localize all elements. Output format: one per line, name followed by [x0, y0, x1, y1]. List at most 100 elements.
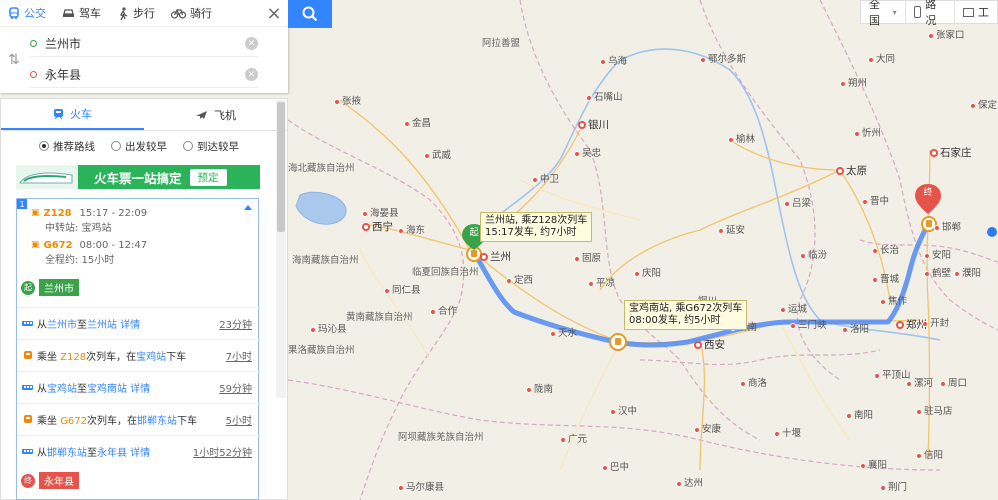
tools-label: 工	[978, 6, 989, 19]
place-name: 安阳	[932, 250, 952, 261]
tab-walk[interactable]: 步行	[109, 0, 163, 27]
transfer-station: 中转站: 宝鸡站	[45, 223, 112, 234]
city-dot-icon	[676, 481, 682, 487]
step-text-part: 乘坐	[37, 352, 61, 363]
walk-icon	[120, 6, 128, 20]
map-place-label: 鹤壁	[924, 268, 951, 279]
tab-drive[interactable]: 驾车	[54, 0, 109, 27]
step-text-part[interactable]: 详情	[127, 384, 150, 395]
map-place-label: 巴中	[602, 462, 629, 473]
place-name: 乌海	[608, 56, 628, 67]
chevron-down-icon: ▾	[892, 7, 897, 17]
tab-plane[interactable]: 飞机	[144, 99, 287, 130]
step-text: 从邯郸东站至永年县 详情	[37, 444, 193, 459]
step-duration[interactable]: 59分钟	[219, 380, 252, 395]
place-name: 十堰	[782, 428, 802, 439]
place-name: 西宁	[372, 221, 393, 233]
place-name: 黄南藏族自治州	[346, 312, 413, 323]
place-name: 朔州	[848, 78, 868, 89]
step-text-part[interactable]: 详情	[117, 320, 140, 331]
step-duration[interactable]: 1小时52分钟	[193, 444, 252, 459]
swap-icon[interactable]: ⇅	[8, 52, 20, 68]
sort-recommended[interactable]: 推荐路线	[39, 139, 95, 154]
sort-earlier-departure[interactable]: 出发较早	[111, 139, 167, 154]
city-dot-icon	[860, 463, 866, 469]
train-number: Z128	[43, 207, 72, 219]
place-name: 达州	[684, 478, 704, 489]
city-dot-icon	[922, 321, 928, 327]
map-place-label: 张家口	[928, 30, 965, 41]
map-place-label: 朔州	[840, 78, 867, 89]
tab-label: 步行	[133, 7, 155, 20]
region-selector[interactable]: 全国 ▾	[861, 0, 905, 27]
car-icon	[63, 9, 74, 17]
place-name: 保定	[978, 100, 998, 111]
city-dot-icon	[362, 211, 368, 217]
place-name: 南阳	[854, 410, 874, 421]
place-name: 兰州	[490, 251, 511, 263]
traffic-toggle[interactable]: 路况	[904, 0, 954, 27]
place-name: 海东	[406, 225, 426, 236]
map-place-label: 西安	[694, 340, 725, 351]
scrollbar-thumb[interactable]	[277, 102, 285, 232]
radio-icon	[111, 141, 121, 151]
train-icon: ▣	[31, 208, 40, 218]
place-name: 石家庄	[940, 147, 972, 159]
place-name: 合作	[438, 306, 458, 317]
collapse-icon[interactable]	[244, 205, 252, 210]
callout-line-2: 08:00发车, 约5小时	[629, 315, 721, 326]
place-name: 海北藏族自治州	[288, 163, 355, 174]
place-name: 驻马店	[924, 406, 953, 417]
ticket-banner[interactable]: 火车票一站搞定 预定	[16, 165, 260, 189]
map-place-label: 焦作	[880, 296, 907, 307]
route-step[interactable]: 从邯郸东站至永年县 详情 1小时52分钟	[17, 435, 260, 467]
clear-origin-icon[interactable]: ✕	[245, 37, 258, 50]
city-dot-icon	[916, 453, 922, 459]
step-text-part: 至	[77, 384, 87, 395]
map-place-label: 荆门	[880, 482, 907, 493]
clear-destination-icon[interactable]: ✕	[245, 68, 258, 81]
station-marker-baoji[interactable]	[609, 333, 627, 351]
sort-earlier-arrival[interactable]: 到达较早	[183, 139, 239, 154]
city-dot-icon	[880, 299, 886, 305]
train-summary-2: ▣ G672 08:00 - 12:47	[17, 237, 258, 253]
map-place-label: 长治	[872, 245, 899, 256]
tab-train[interactable]: 火车	[1, 99, 144, 130]
step-duration[interactable]: 5小时	[226, 412, 252, 427]
route-plan-card[interactable]: 1 ▣ Z128 15:17 - 22:09 中转站: 宝鸡站 ▣ G672 0…	[16, 198, 260, 500]
origin-field[interactable]: 兰州市 ✕	[30, 31, 258, 57]
destination-field[interactable]: 永年县 ✕	[30, 62, 258, 88]
tab-label: 骑行	[190, 7, 212, 20]
bus-icon	[22, 384, 34, 392]
place-name: 大同	[876, 54, 896, 65]
map-place-label: 安康	[694, 424, 721, 435]
place-name: 濮阳	[962, 268, 982, 279]
place-name: 吴忠	[582, 148, 602, 159]
step-text-part: 次列车，在	[87, 416, 138, 427]
city-dot-icon	[550, 331, 556, 337]
tab-bike[interactable]: 骑行	[163, 0, 220, 27]
close-icon[interactable]: ×	[260, 0, 288, 27]
city-dot-icon	[398, 228, 404, 234]
tools-button[interactable]: 工	[954, 1, 997, 23]
route-step[interactable]: 乘坐 Z128次列车，在宝鸡站下车 7小时	[17, 339, 260, 371]
step-text-part[interactable]: 详情	[127, 448, 150, 459]
place-name: 金昌	[412, 118, 432, 129]
tab-label: 火车	[70, 107, 92, 121]
step-duration[interactable]: 7小时	[226, 348, 252, 363]
map-place-label: 银川	[578, 120, 609, 131]
route-step[interactable]: 从兰州市至兰州站 详情 23分钟	[17, 307, 260, 339]
result-scrollbar[interactable]	[276, 100, 286, 398]
tab-bus[interactable]: 公交	[0, 0, 54, 27]
place-name: 延安	[726, 225, 746, 236]
route-step[interactable]: 乘坐 G672次列车，在邯郸东站下车 5小时	[17, 403, 260, 435]
route-step[interactable]: 从宝鸡站至宝鸡南站 详情 59分钟	[17, 371, 260, 403]
map-place-label: 吕梁	[784, 198, 811, 209]
book-button[interactable]: 预定	[189, 168, 227, 186]
place-name: 天水	[558, 328, 578, 339]
map-place-label: 忻州	[854, 128, 881, 139]
step-duration[interactable]: 23分钟	[219, 316, 252, 331]
search-button[interactable]	[288, 0, 332, 28]
map-place-label: 襄阳	[860, 460, 887, 471]
city-dot-icon	[880, 485, 886, 491]
